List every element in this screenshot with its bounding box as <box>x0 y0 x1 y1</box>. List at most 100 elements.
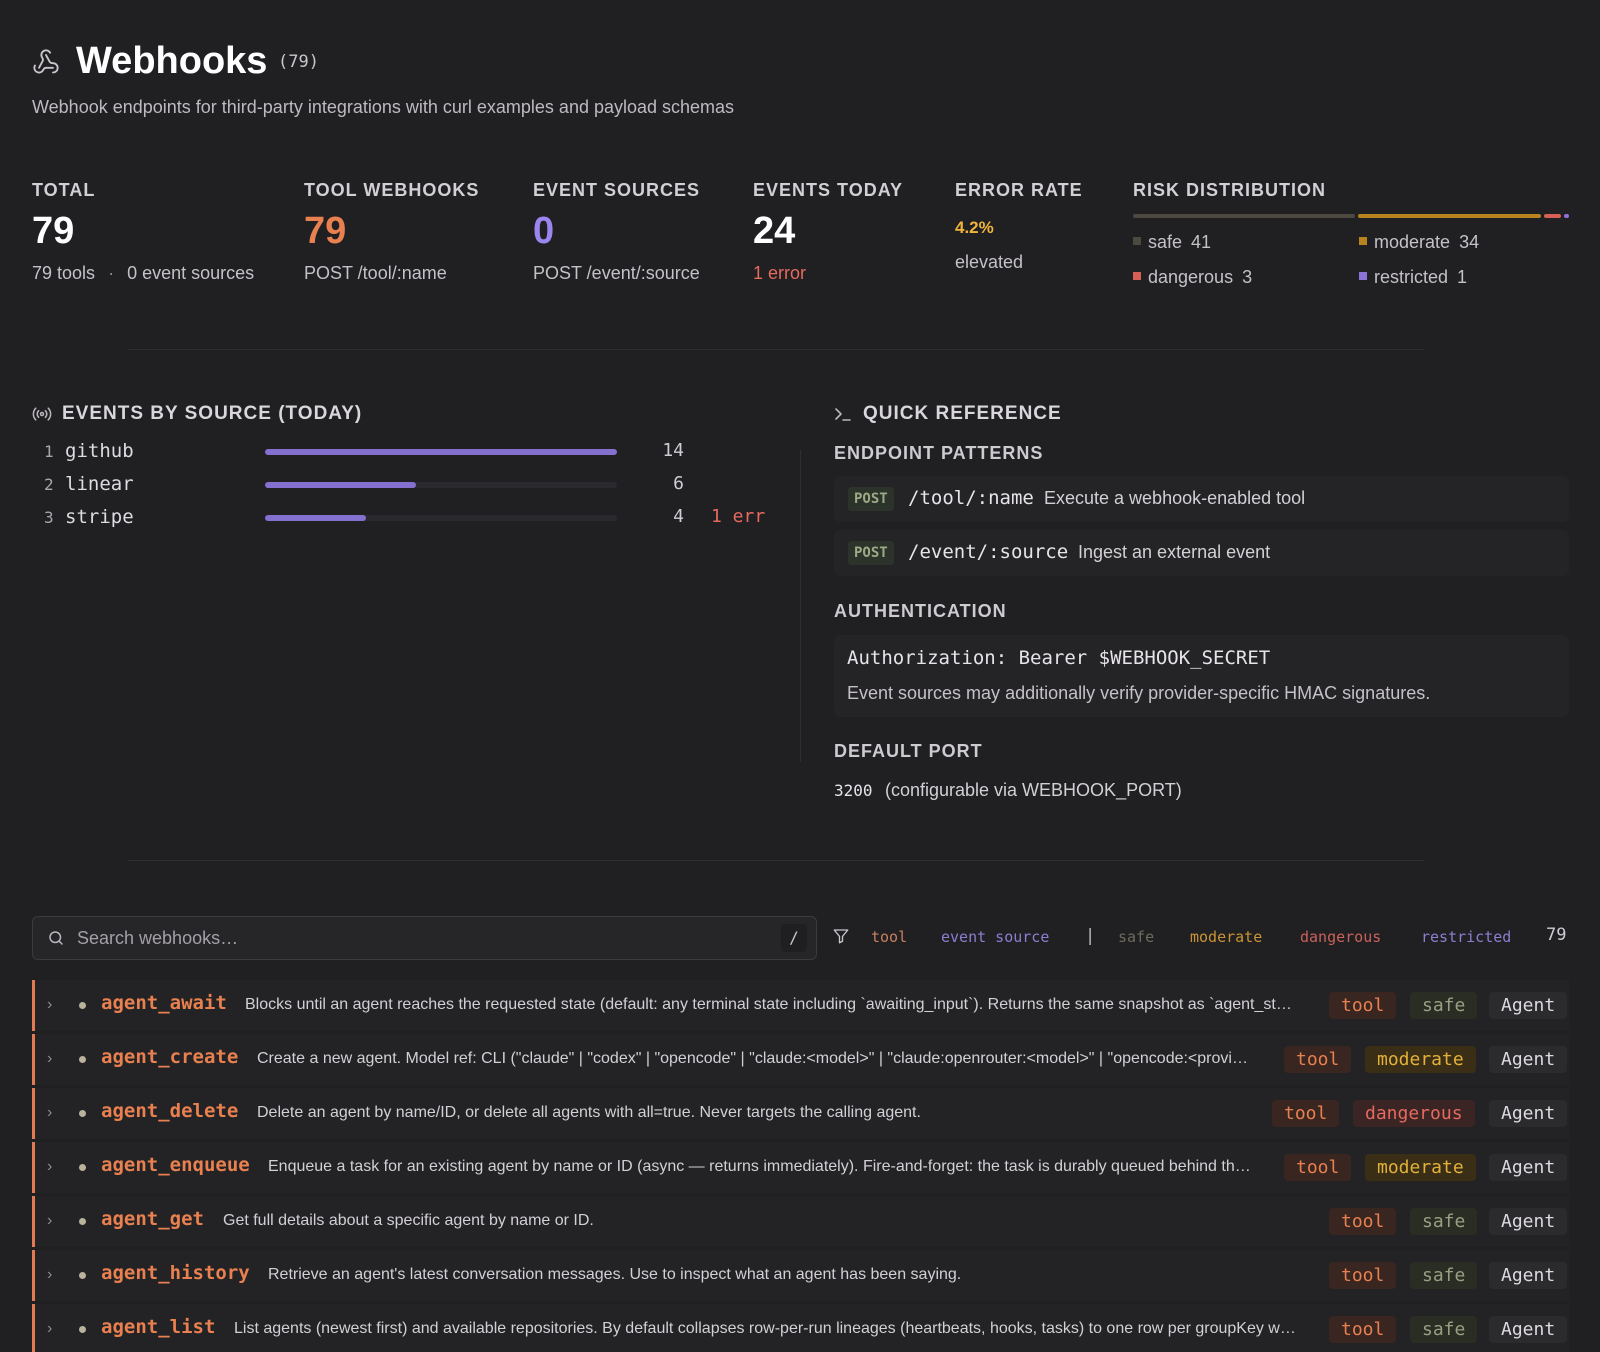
risk-safe-count: 41 <box>1191 232 1212 252</box>
filter-chip-safe[interactable]: safe <box>1118 928 1154 946</box>
search-input[interactable] <box>77 917 757 959</box>
stat-events-today-value: 24 <box>753 210 796 252</box>
method-badge: POST <box>848 541 894 565</box>
source-bar-fill <box>265 482 416 488</box>
chevron-right-icon[interactable]: › <box>47 1266 52 1284</box>
source-bar-fill <box>265 449 617 455</box>
chevron-right-icon[interactable]: › <box>47 1158 52 1176</box>
chevron-right-icon[interactable]: › <box>47 996 52 1014</box>
webhook-description: Blocks until an agent reaches the reques… <box>245 996 1292 1013</box>
filter-icon[interactable] <box>832 927 850 945</box>
column-divider <box>800 450 801 762</box>
divider <box>128 860 1424 861</box>
quick-reference-title: QUICK REFERENCE <box>863 403 1062 424</box>
category-badge: Agent <box>1489 1208 1568 1235</box>
port-note: (configurable via WEBHOOK_PORT) <box>884 780 1182 800</box>
source-index: 1 <box>44 442 54 461</box>
risk-restricted-label: restricted <box>1374 267 1449 287</box>
risk-segment-dangerous <box>1544 214 1561 218</box>
type-badge: tool <box>1284 1154 1352 1181</box>
stat-total-label: TOTAL <box>32 180 96 200</box>
webhook-row[interactable]: › agent_delete Delete an agent by name/I… <box>32 1088 1569 1139</box>
source-index: 2 <box>44 475 54 494</box>
webhook-description: Create a new agent. Model ref: CLI ("cla… <box>257 1050 1248 1067</box>
filter-chip-event-source[interactable]: event source <box>941 928 1049 946</box>
stat-tool-webhooks-label: TOOL WEBHOOKS <box>304 180 480 200</box>
webhook-icon <box>33 49 59 74</box>
endpoint-tool: POST /tool/:name Execute a webhook-enabl… <box>834 476 1569 522</box>
webhook-row[interactable]: › agent_enqueue Enqueue a task for an ex… <box>32 1142 1569 1193</box>
category-badge: Agent <box>1489 1262 1568 1289</box>
risk-segment-moderate <box>1357 214 1542 218</box>
webhook-row[interactable]: › agent_list List agents (newest first) … <box>32 1304 1569 1352</box>
webhook-row[interactable]: › agent_create Create a new agent. Model… <box>32 1034 1569 1085</box>
search-box[interactable]: / <box>32 916 817 960</box>
source-count: 6 <box>673 473 684 494</box>
filter-chip-tool[interactable]: tool <box>871 928 907 946</box>
source-row-github[interactable]: 1 github 14 <box>44 438 774 468</box>
risk-badge: moderate <box>1365 1046 1476 1073</box>
chevron-right-icon[interactable]: › <box>47 1104 52 1122</box>
source-count: 14 <box>662 440 684 461</box>
filter-chip-moderate[interactable]: moderate <box>1190 928 1262 946</box>
webhook-row[interactable]: › agent_await Blocks until an agent reac… <box>32 980 1569 1031</box>
stat-tool-webhooks-value: 79 <box>304 210 347 252</box>
risk-dangerous-swatch <box>1133 272 1141 281</box>
status-dot <box>79 1272 86 1279</box>
type-badge: tool <box>1329 992 1397 1019</box>
webhook-description: Delete an agent by name/ID, or delete al… <box>257 1104 921 1121</box>
webhook-row[interactable]: › agent_history Retrieve an agent's late… <box>32 1250 1569 1301</box>
risk-badge: safe <box>1410 992 1478 1019</box>
category-badge: Agent <box>1489 992 1568 1019</box>
category-badge: Agent <box>1489 1154 1568 1181</box>
webhook-name: agent_delete <box>101 1100 239 1122</box>
chevron-right-icon[interactable]: › <box>47 1050 52 1068</box>
stat-total-sub: 79 tools · 0 event sources <box>32 263 254 284</box>
stat-event-sources-label: EVENT SOURCES <box>533 180 701 200</box>
filter-chip-restricted[interactable]: restricted <box>1421 928 1511 946</box>
status-dot <box>79 1002 86 1009</box>
risk-moderate-count: 34 <box>1459 232 1480 252</box>
risk-badge: dangerous <box>1353 1100 1475 1127</box>
risk-badge: safe <box>1410 1262 1478 1289</box>
risk-distribution-label: RISK DISTRIBUTION <box>1133 180 1327 200</box>
status-dot <box>79 1110 86 1117</box>
category-badge: Agent <box>1489 1046 1568 1073</box>
risk-segment-restricted <box>1563 214 1569 218</box>
source-bar-fill <box>265 515 366 521</box>
stat-total-tools: 79 tools <box>32 263 96 283</box>
category-badge: Agent <box>1489 1100 1568 1127</box>
filter-separator: | <box>1085 926 1096 946</box>
source-row-linear[interactable]: 2 linear 6 <box>44 471 774 501</box>
webhook-row[interactable]: › agent_get Get full details about a spe… <box>32 1196 1569 1247</box>
risk-dangerous: dangerous 3 <box>1133 267 1252 288</box>
endpoint-event: POST /event/:source Ingest an external e… <box>834 530 1569 576</box>
webhook-name: agent_create <box>101 1046 239 1068</box>
webhook-name: agent_history <box>101 1262 250 1284</box>
stat-error-rate-value: 4.2% <box>955 218 994 237</box>
broadcast-icon <box>32 407 52 421</box>
stat-error-rate-status: elevated <box>955 252 1024 272</box>
risk-safe: safe 41 <box>1133 232 1211 253</box>
filter-chip-dangerous[interactable]: dangerous <box>1300 928 1381 946</box>
auth-note: Event sources may additionally verify pr… <box>847 683 1431 703</box>
stat-event-sources-sub: POST /event/:source <box>533 263 700 283</box>
stat-tool-webhooks-sub: POST /tool/:name <box>304 263 447 283</box>
endpoint-description: Execute a webhook-enabled tool <box>1044 488 1306 508</box>
stat-events-today-errors: 1 error <box>753 263 807 283</box>
chevron-right-icon[interactable]: › <box>47 1320 52 1338</box>
terminal-icon <box>835 408 851 421</box>
events-by-source-title: EVENTS BY SOURCE (TODAY) <box>62 403 363 424</box>
status-dot <box>79 1164 86 1171</box>
source-name: github <box>65 440 134 462</box>
risk-restricted: restricted 1 <box>1359 267 1467 288</box>
source-name: stripe <box>65 506 134 528</box>
source-row-stripe[interactable]: 3 stripe 4 1 err <box>44 504 774 534</box>
source-error: 1 err <box>711 506 766 527</box>
type-badge: tool <box>1329 1262 1397 1289</box>
chevron-right-icon[interactable]: › <box>47 1212 52 1230</box>
risk-moderate-label: moderate <box>1374 232 1451 252</box>
shortcut-key: / <box>781 924 807 952</box>
webhook-name: agent_get <box>101 1208 204 1230</box>
source-index: 3 <box>44 508 54 527</box>
